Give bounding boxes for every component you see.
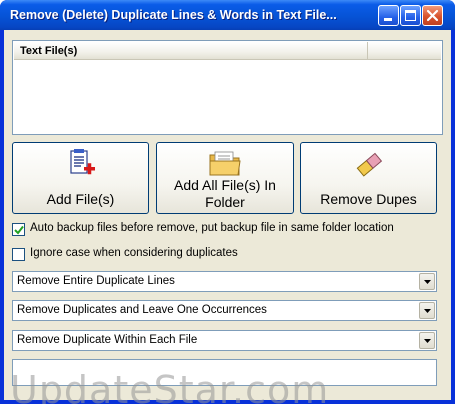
app-window: Remove (Delete) Duplicate Lines & Words …	[0, 0, 455, 404]
dropdown-arrow-button[interactable]	[419, 332, 435, 349]
check-icon	[14, 225, 24, 235]
close-button[interactable]	[422, 5, 443, 26]
maximize-icon	[405, 10, 416, 21]
file-list-header: Text File(s)	[14, 42, 441, 60]
client-area: Text File(s) Add File(s) Add All File(s)…	[4, 30, 451, 404]
ignore-case-label: Ignore case when considering duplicates	[30, 247, 238, 259]
minimize-icon	[384, 18, 392, 21]
watermark-text: UpdateStar.com	[10, 368, 330, 404]
chevron-down-icon	[424, 280, 431, 284]
dropdown-arrow-button[interactable]	[419, 302, 435, 319]
column-header-extra[interactable]	[369, 42, 441, 59]
eraser-icon	[356, 152, 382, 177]
occurrence-dropdown[interactable]: Remove Duplicates and Leave One Occurren…	[12, 300, 437, 321]
scope-dropdown[interactable]: Remove Duplicate Within Each File	[12, 330, 437, 351]
chevron-down-icon	[424, 309, 431, 313]
removal-mode-dropdown[interactable]: Remove Entire Duplicate Lines	[12, 271, 437, 292]
scope-value: Remove Duplicate Within Each File	[17, 334, 198, 346]
add-files-label: Add File(s)	[46, 191, 115, 207]
chevron-down-icon	[424, 339, 431, 343]
window-title: Remove (Delete) Duplicate Lines & Words …	[10, 8, 337, 22]
ignore-case-checkbox[interactable]	[12, 248, 25, 261]
maximize-button[interactable]	[400, 5, 421, 26]
remove-dupes-button[interactable]: Remove Dupes	[300, 142, 437, 214]
remove-dupes-label: Remove Dupes	[320, 191, 417, 207]
title-bar[interactable]: Remove (Delete) Duplicate Lines & Words …	[0, 0, 455, 30]
folder-icon	[209, 151, 241, 176]
add-file-icon	[69, 149, 95, 175]
add-folder-label: Add All File(s) In Folder	[174, 177, 276, 210]
dropdown-arrow-button[interactable]	[419, 273, 435, 290]
removal-mode-value: Remove Entire Duplicate Lines	[17, 275, 175, 287]
file-list[interactable]: Text File(s)	[12, 40, 443, 135]
add-files-button[interactable]: Add File(s)	[12, 142, 149, 214]
auto-backup-label: Auto backup files before remove, put bac…	[30, 222, 394, 234]
auto-backup-checkbox[interactable]	[12, 223, 25, 236]
minimize-button[interactable]	[378, 5, 399, 26]
occurrence-value: Remove Duplicates and Leave One Occurren…	[17, 304, 267, 316]
add-folder-button[interactable]: Add All File(s) In Folder	[156, 142, 294, 214]
close-icon	[426, 9, 439, 22]
column-header-text-files[interactable]: Text File(s)	[14, 42, 368, 59]
